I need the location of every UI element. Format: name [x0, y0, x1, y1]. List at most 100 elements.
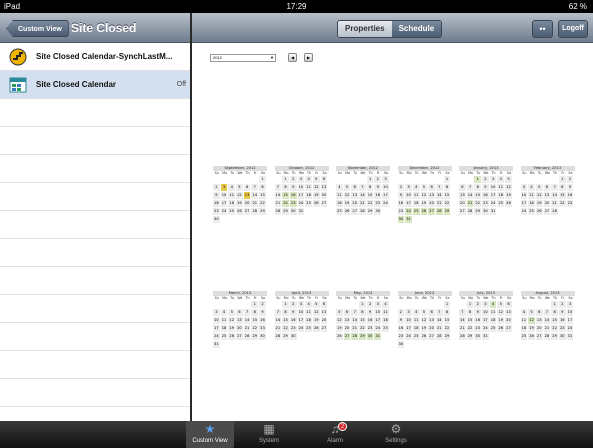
- calendar-day: 1: [282, 301, 290, 309]
- tab-alarm[interactable]: ♫ 2 Alarm: [311, 421, 359, 448]
- calendar-day: 24: [405, 208, 413, 216]
- calendar-day: 19: [497, 317, 506, 325]
- calendar-day: 9: [289, 309, 298, 317]
- calendar-day: 11: [489, 309, 498, 317]
- calendar-day: 8: [359, 309, 367, 317]
- calendar-blank: [435, 301, 444, 309]
- calendar-blank: [382, 208, 390, 216]
- calendar-day: 2: [474, 301, 483, 309]
- calendar-blank: [243, 301, 252, 309]
- calendar-blank: [505, 208, 513, 216]
- more-button[interactable]: ••: [532, 20, 553, 38]
- calendar-day: 17: [405, 200, 413, 208]
- calendar-blank: [305, 333, 313, 341]
- calendar-day: 8: [443, 309, 452, 317]
- calendar-day: 17: [520, 200, 529, 208]
- calendar-day: 28: [435, 208, 444, 216]
- next-year-button[interactable]: ▶: [304, 53, 313, 62]
- calendar-day: 12: [312, 309, 321, 317]
- calendar-day: 4: [497, 176, 506, 184]
- calendar-day: 7: [543, 309, 552, 317]
- calendar-day: 23: [289, 325, 298, 333]
- calendar-day: 21: [435, 200, 444, 208]
- calendar-day: 4: [220, 309, 229, 317]
- year-select[interactable]: 2012 ▼: [210, 54, 276, 62]
- calendar-day: 6: [351, 184, 360, 192]
- calendar-day: 13: [351, 192, 360, 200]
- calendar-day: 15: [282, 192, 290, 200]
- calendar-day: 19: [336, 325, 344, 333]
- calendar-blank: [220, 216, 229, 224]
- tab-properties[interactable]: Properties: [338, 21, 392, 37]
- calendar-day: 5: [505, 176, 513, 184]
- calendar-day: 20: [320, 317, 329, 325]
- month-calendar: February, 2013 Su Mo Tu We Th Fr Sa 1 2 3 4 5 6 7 8 9 10 1…: [520, 166, 575, 216]
- prev-year-button[interactable]: ◀: [288, 53, 297, 62]
- calendar-day: 4: [228, 184, 237, 192]
- calendar-day: 24: [489, 200, 498, 208]
- calendar-day: 9: [566, 184, 575, 192]
- logoff-button[interactable]: Logoff: [558, 20, 588, 38]
- calendar-day: 7: [435, 184, 444, 192]
- calendar-day: 18: [305, 192, 313, 200]
- calendar-day: 22: [282, 200, 290, 208]
- calendar-day: 6: [243, 184, 252, 192]
- back-button[interactable]: Custom View: [6, 20, 69, 37]
- calendar-blank: [336, 176, 344, 184]
- calendar-day: 13: [428, 192, 436, 200]
- calendar-day: 15: [551, 317, 559, 325]
- calendar-day: 5: [228, 309, 237, 317]
- calendar-blank: [405, 341, 413, 349]
- calendar-day: 19: [312, 192, 321, 200]
- tab-settings[interactable]: ⚙ Settings: [372, 421, 420, 448]
- calendar-day: 25: [228, 208, 237, 216]
- calendar-day: 23: [366, 325, 375, 333]
- calendar-blank: [443, 341, 452, 349]
- list-item-value: Off: [176, 81, 186, 88]
- calendar-day: 4: [382, 301, 390, 309]
- month-calendar: November, 2012 Su Mo Tu We Th Fr Sa 1 2 3 4 5 6 7 8 9 10 1…: [336, 166, 390, 216]
- calendar-day: 18: [305, 317, 313, 325]
- calendar-day: 12: [420, 192, 429, 200]
- object-list: Site Closed Calendar-SynchLastM... Site …: [0, 43, 190, 421]
- tab-custom-view[interactable]: ★ Custom View: [186, 421, 234, 448]
- calendar-icon: [9, 77, 27, 93]
- calendar-day: 30: [397, 216, 406, 224]
- calendar-day: 22: [551, 325, 559, 333]
- calendar-day: 17: [297, 317, 306, 325]
- calendar-blank: [505, 333, 513, 341]
- tab-schedule[interactable]: Schedule: [391, 21, 442, 37]
- calendar-day: 20: [505, 317, 513, 325]
- calendar-day: 24: [520, 208, 529, 216]
- calendar-day: 28: [251, 208, 260, 216]
- empty-row: [0, 351, 190, 379]
- calendar-day: 28: [243, 333, 252, 341]
- list-item-synch[interactable]: Site Closed Calendar-SynchLastM...: [0, 43, 190, 71]
- calendar-day: 9: [474, 309, 483, 317]
- tab-system[interactable]: ▦ System: [245, 421, 293, 448]
- calendar-day: 21: [466, 200, 475, 208]
- calendar-day: 1: [359, 301, 367, 309]
- calendar-blank: [359, 176, 367, 184]
- calendar-day: 20: [428, 325, 436, 333]
- calendar-day: 17: [566, 317, 575, 325]
- calendar-day: 21: [274, 325, 283, 333]
- calendar-day: 25: [220, 333, 229, 341]
- calendar-day: 29: [366, 208, 375, 216]
- calendar-day: 14: [551, 192, 559, 200]
- calendar-day: 14: [466, 192, 475, 200]
- calendar-day: 1: [282, 176, 290, 184]
- calendar-blank: [351, 176, 360, 184]
- calendar-blank: [243, 176, 252, 184]
- list-item-site-closed[interactable]: Site Closed Calendar Off: [0, 71, 190, 99]
- calendar-day: 9: [366, 309, 375, 317]
- calendar-blank: [428, 176, 436, 184]
- calendar-blank: [259, 216, 267, 224]
- calendar-day: 30: [213, 216, 221, 224]
- calendar-day: 12: [228, 317, 237, 325]
- calendar-day: 30: [289, 333, 298, 341]
- calendar-day: 19: [420, 200, 429, 208]
- calendar-day: 13: [320, 309, 329, 317]
- calendar-blank: [435, 216, 444, 224]
- tab-label: Custom View: [192, 438, 228, 444]
